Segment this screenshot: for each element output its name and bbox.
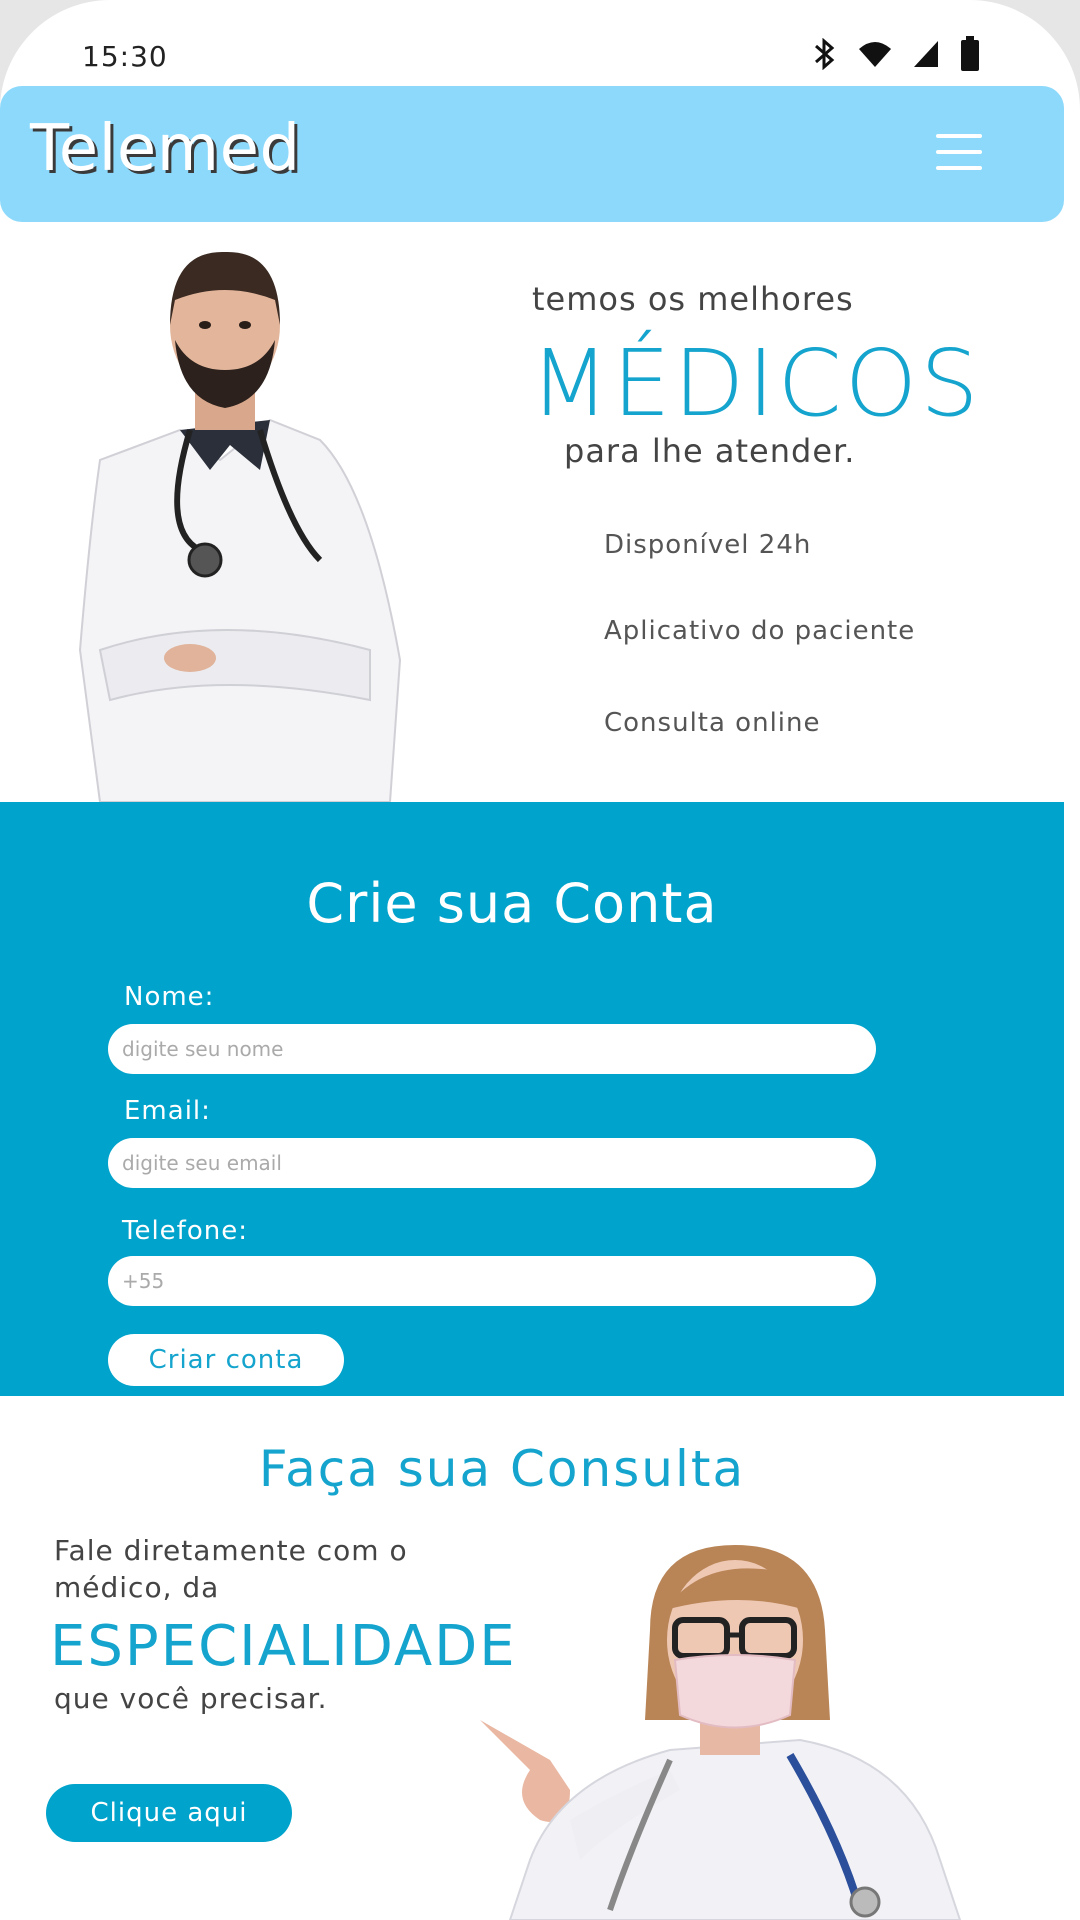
bluetooth-icon (812, 37, 838, 74)
app-screen: 15:30 Telemed temos os melhores MÉDICOS … (0, 0, 1080, 1920)
name-label: Nome: (124, 982, 215, 1012)
feature-item: Consulta online (604, 708, 821, 738)
email-label: Email: (124, 1096, 211, 1126)
consult-text-bottom: que você precisar. (54, 1682, 328, 1715)
phone-label: Telefone: (122, 1216, 248, 1246)
signal-icon (912, 39, 940, 73)
app-header: Telemed (0, 86, 1064, 222)
status-icons (812, 36, 980, 76)
doctor-woman-image (480, 1545, 962, 1920)
consult-highlight: ESPECIALIDADE (50, 1614, 517, 1679)
feature-item: Disponível 24h (604, 530, 812, 560)
email-input[interactable] (108, 1138, 876, 1188)
name-input[interactable] (108, 1024, 876, 1074)
click-here-button[interactable]: Clique aqui (46, 1784, 292, 1842)
phone-input[interactable] (108, 1256, 876, 1306)
battery-icon (960, 36, 980, 76)
hero-tagline-bottom: para lhe atender. (564, 432, 856, 470)
brand-logo[interactable]: Telemed (30, 112, 301, 186)
feature-item: Aplicativo do paciente (604, 616, 916, 646)
wifi-icon (858, 40, 892, 72)
hero-tagline-top: temos os melhores (532, 280, 854, 318)
hamburger-menu-icon[interactable] (936, 134, 982, 174)
consult-text-top: Fale diretamente com o médico, da (54, 1534, 408, 1604)
status-time: 15:30 (82, 40, 168, 73)
signup-title: Crie sua Conta (306, 872, 718, 935)
status-bar: 15:30 (0, 0, 1080, 95)
doctor-man-image (78, 251, 402, 802)
create-account-button[interactable]: Criar conta (108, 1334, 344, 1386)
hero-highlight: MÉDICOS (530, 330, 982, 437)
consult-title: Faça sua Consulta (258, 1440, 746, 1498)
signup-section: Crie sua Conta Nome: Email: Telefone: Cr… (0, 802, 1064, 1396)
